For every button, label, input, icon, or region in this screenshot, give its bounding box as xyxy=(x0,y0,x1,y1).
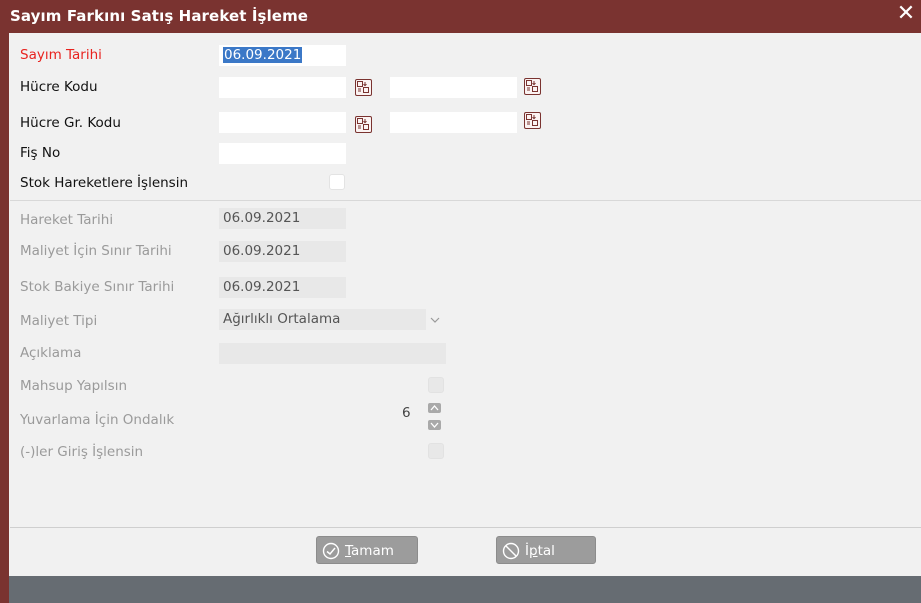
hucre-gr-kodu-from-input[interactable] xyxy=(219,112,346,133)
giris-label: (-)ler Giriş İşlensin xyxy=(20,444,144,460)
stok-bakiye-sinir-label: Stok Bakiye Sınır Tarihi xyxy=(20,279,175,295)
hareket-tarihi-label: Hareket Tarihi xyxy=(20,212,114,228)
sayim-tarihi-input[interactable]: 06.09.2021 xyxy=(219,45,346,66)
close-icon[interactable]: ✕ xyxy=(893,2,919,28)
window-frame-left xyxy=(0,0,9,603)
hucre-gr-kodu-from-picker-icon[interactable] xyxy=(355,116,372,133)
cancel-circle-icon xyxy=(502,542,520,564)
fis-no-label: Fiş No xyxy=(20,145,61,161)
hucre-kodu-from-input[interactable] xyxy=(219,77,346,98)
hucre-gr-kodu-to-input[interactable] xyxy=(390,112,517,133)
title-bar: Sayım Farkını Satış Hareket İşleme ✕ xyxy=(0,0,921,33)
maliyet-sinir-input: 06.09.2021 xyxy=(219,241,346,262)
aciklama-input xyxy=(219,343,446,364)
hucre-kodu-from-picker-icon[interactable] xyxy=(355,79,372,96)
maliyet-tipi-select: Ağırlıklı Ortalama xyxy=(219,309,426,330)
giris-checkbox xyxy=(428,443,444,459)
maliyet-sinir-label: Maliyet İçin Sınır Tarihi xyxy=(20,243,172,259)
hucre-kodu-to-picker-icon[interactable] xyxy=(524,78,541,95)
hareket-tarihi-input: 06.09.2021 xyxy=(219,208,346,229)
tamam-button-label: Tamam xyxy=(345,543,394,559)
stok-bakiye-sinir-input: 06.09.2021 xyxy=(219,277,346,298)
status-bar xyxy=(9,576,921,603)
mahsup-checkbox xyxy=(428,377,444,393)
chevron-down-icon xyxy=(430,313,440,327)
tamam-button[interactable]: Tamam xyxy=(316,536,418,564)
yuvarlama-value: 6 xyxy=(402,405,411,421)
spin-up-icon xyxy=(428,403,441,413)
maliyet-tipi-label: Maliyet Tipi xyxy=(20,313,98,329)
hucre-gr-kodu-to-picker-icon[interactable] xyxy=(524,112,541,129)
hucre-kodu-to-input[interactable] xyxy=(390,77,517,98)
check-circle-icon xyxy=(322,542,340,564)
stok-hareketlere-checkbox[interactable] xyxy=(329,174,345,190)
dialog-window: Sayım Farkını Satış Hareket İşleme ✕ Say… xyxy=(0,0,921,603)
spin-down-icon xyxy=(428,420,441,430)
footer-divider xyxy=(10,527,921,528)
yuvarlama-label: Yuvarlama İçin Ondalık xyxy=(20,412,175,428)
fis-no-input[interactable] xyxy=(219,143,346,164)
sayim-tarihi-label: Sayım Tarihi xyxy=(20,47,102,63)
mahsup-label: Mahsup Yapılsın xyxy=(20,378,127,394)
iptal-button-label: İptal xyxy=(525,543,555,559)
iptal-button[interactable]: İptal xyxy=(496,536,596,564)
hucre-gr-kodu-label: Hücre Gr. Kodu xyxy=(20,115,121,131)
aciklama-label: Açıklama xyxy=(20,345,82,361)
hucre-kodu-label: Hücre Kodu xyxy=(20,79,98,95)
section-divider xyxy=(10,200,921,201)
sayim-tarihi-value: 06.09.2021 xyxy=(223,47,303,63)
window-title: Sayım Farkını Satış Hareket İşleme xyxy=(10,7,309,25)
stok-hareketlere-label: Stok Hareketlere İşlensin xyxy=(20,175,189,191)
